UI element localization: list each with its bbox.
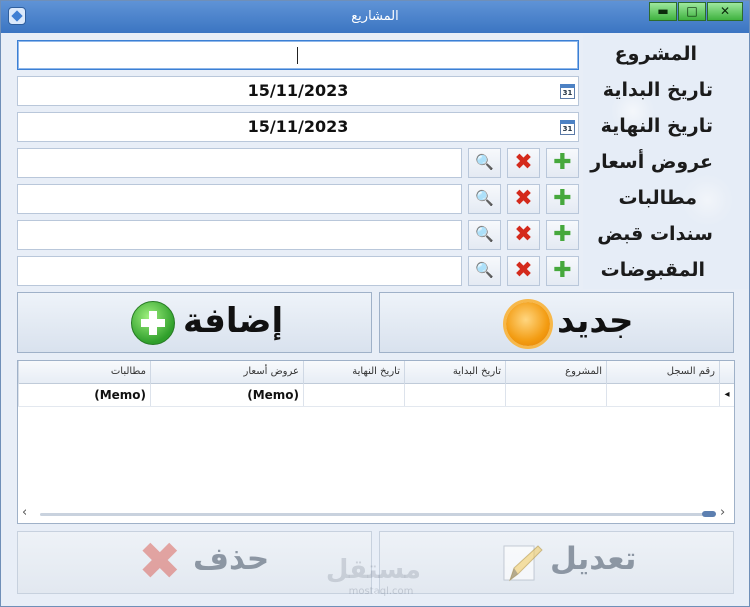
new-button[interactable]: جديد bbox=[379, 292, 734, 353]
projects-grid[interactable]: رقم السجل المشروع تاريخ البداية تاريخ ال… bbox=[17, 360, 735, 524]
claims-search-button[interactable]: 🔍 bbox=[468, 184, 501, 214]
row-pointer-icon: ◂ bbox=[719, 384, 734, 406]
scroll-track[interactable] bbox=[40, 513, 714, 516]
grid-col-claims[interactable]: مطالبات bbox=[18, 361, 150, 384]
quotes-search-button[interactable]: 🔍 bbox=[468, 148, 501, 178]
start-date-field[interactable]: 15/11/2023 31 bbox=[17, 76, 579, 106]
end-date-field[interactable]: 15/11/2023 31 bbox=[17, 112, 579, 142]
add-button[interactable]: إضافة bbox=[17, 292, 372, 353]
plus-icon: ✚ bbox=[553, 150, 572, 175]
scroll-right-icon[interactable]: › bbox=[720, 505, 725, 520]
delete-x-icon: ✖ bbox=[514, 150, 533, 175]
search-icon: 🔍 bbox=[475, 225, 494, 243]
receipts-search-button[interactable]: 🔍 bbox=[468, 220, 501, 250]
horizontal-scrollbar[interactable]: ‹ › bbox=[20, 505, 732, 521]
pencil-icon bbox=[503, 545, 543, 582]
collections-delete-button[interactable]: ✖ bbox=[507, 256, 540, 286]
delete-x-icon: ✖ bbox=[514, 258, 533, 283]
plus-icon: ✚ bbox=[553, 186, 572, 211]
quotes-field[interactable] bbox=[17, 148, 462, 178]
grid-col-quotes[interactable]: عروض أسعار bbox=[150, 361, 303, 384]
quotes-add-button[interactable]: ✚ bbox=[546, 148, 579, 178]
collections-field[interactable] bbox=[17, 256, 462, 286]
search-icon: 🔍 bbox=[475, 153, 494, 171]
new-button-label: جديد bbox=[557, 301, 634, 341]
end-date-value: 15/11/2023 bbox=[247, 117, 349, 136]
cell-quotes[interactable]: (Memo) bbox=[150, 384, 303, 406]
grid-header-indicator bbox=[719, 361, 734, 384]
grid-col-project[interactable]: المشروع bbox=[505, 361, 606, 384]
delete-button[interactable]: ✖ حذف bbox=[17, 531, 372, 594]
minimize-button[interactable]: ▬ bbox=[649, 2, 677, 21]
cell-claims[interactable]: (Memo) bbox=[18, 384, 150, 406]
claims-field[interactable] bbox=[17, 184, 462, 214]
scroll-thumb[interactable] bbox=[702, 511, 716, 517]
plus-icon: ✚ bbox=[553, 258, 572, 283]
edit-button[interactable]: تعديل bbox=[379, 531, 734, 594]
window-controls: ▬ □ ✕ bbox=[649, 2, 743, 21]
collections-add-button[interactable]: ✚ bbox=[546, 256, 579, 286]
claims-delete-button[interactable]: ✖ bbox=[507, 184, 540, 214]
scroll-left-icon[interactable]: ‹ bbox=[22, 505, 27, 520]
cell-end-date[interactable] bbox=[303, 384, 404, 406]
receipts-field[interactable] bbox=[17, 220, 462, 250]
watermark-url: mostaql.com bbox=[348, 586, 414, 597]
window-title: المشاريع bbox=[351, 9, 399, 24]
watermark-logo: مستقل bbox=[325, 555, 421, 585]
title-bar[interactable]: المشاريع ▬ □ ✕ bbox=[1, 1, 749, 33]
search-icon: 🔍 bbox=[475, 189, 494, 207]
grid-col-record-no[interactable]: رقم السجل bbox=[606, 361, 719, 384]
claims-add-button[interactable]: ✚ bbox=[546, 184, 579, 214]
start-date-label: تاريخ البداية bbox=[602, 79, 713, 101]
delete-x-icon: ✖ bbox=[514, 186, 533, 211]
grid-col-end-date[interactable]: تاريخ النهاية bbox=[303, 361, 404, 384]
quotes-delete-button[interactable]: ✖ bbox=[507, 148, 540, 178]
search-icon: 🔍 bbox=[475, 261, 494, 279]
calendar-icon[interactable]: 31 bbox=[560, 84, 575, 99]
projects-window: المشاريع ▬ □ ✕ المشروع 15/11/2023 31 تار… bbox=[0, 0, 750, 607]
delete-x-icon: ✖ bbox=[514, 222, 533, 247]
maximize-button[interactable]: □ bbox=[678, 2, 706, 21]
grid-header: رقم السجل المشروع تاريخ البداية تاريخ ال… bbox=[18, 361, 734, 384]
grid-col-start-date[interactable]: تاريخ البداية bbox=[404, 361, 505, 384]
delete-x-icon: ✖ bbox=[138, 532, 182, 592]
cell-start-date[interactable] bbox=[404, 384, 505, 406]
text-caret bbox=[297, 47, 298, 64]
cell-record-no[interactable] bbox=[606, 384, 719, 406]
add-circle-icon bbox=[131, 301, 175, 345]
start-date-value: 15/11/2023 bbox=[247, 81, 349, 100]
receipts-delete-button[interactable]: ✖ bbox=[507, 220, 540, 250]
project-input[interactable] bbox=[17, 40, 579, 70]
delete-button-label: حذف bbox=[193, 541, 270, 577]
edit-button-label: تعديل bbox=[550, 541, 637, 577]
collections-label: المقبوضات bbox=[600, 259, 705, 281]
end-date-label: تاريخ النهاية bbox=[600, 115, 713, 137]
plus-icon: ✚ bbox=[553, 222, 572, 247]
collections-search-button[interactable]: 🔍 bbox=[468, 256, 501, 286]
claims-label: مطالبات bbox=[618, 187, 697, 209]
close-button[interactable]: ✕ bbox=[707, 2, 743, 21]
table-row[interactable]: ◂ (Memo) (Memo) bbox=[18, 384, 734, 407]
receipts-add-button[interactable]: ✚ bbox=[546, 220, 579, 250]
cell-project[interactable] bbox=[505, 384, 606, 406]
calendar-icon[interactable]: 31 bbox=[560, 120, 575, 135]
add-button-label: إضافة bbox=[183, 301, 284, 341]
quotes-label: عروض أسعار bbox=[590, 151, 713, 173]
sun-icon bbox=[506, 302, 550, 346]
project-label: المشروع bbox=[614, 43, 697, 65]
receipts-label: سندات قبض bbox=[597, 223, 713, 245]
